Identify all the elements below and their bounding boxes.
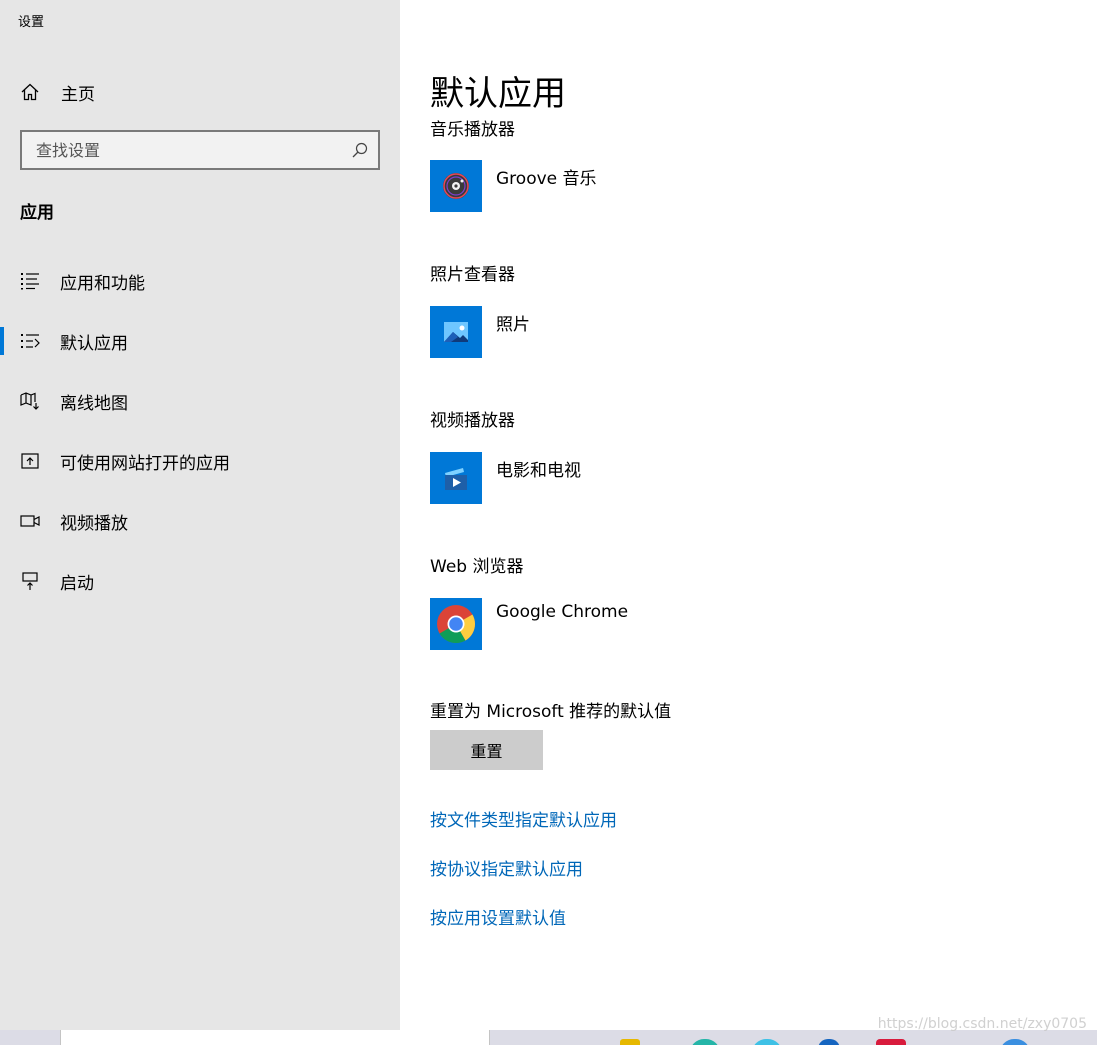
map-download-icon [20, 391, 40, 411]
sidebar-item-label: 离线地图 [60, 393, 128, 414]
sidebar-item-label: 默认应用 [60, 333, 128, 354]
app-name: Groove 音乐 [496, 169, 597, 189]
default-app-photos[interactable]: 照片 [430, 306, 530, 358]
window-title: 设置 [18, 15, 45, 30]
app-name: Google Chrome [496, 602, 629, 622]
open-website-icon [20, 451, 40, 471]
taskbar-app-icon[interactable] [1000, 1039, 1030, 1045]
taskbar-app-icon[interactable] [818, 1039, 840, 1045]
movies-tv-icon [430, 452, 482, 504]
taskbar-app-icon[interactable] [620, 1039, 640, 1045]
taskbar-app-icon[interactable] [690, 1039, 720, 1045]
home-icon [20, 82, 40, 102]
list-icon [20, 271, 40, 291]
sidebar-item-video-playback[interactable]: 视频播放 [0, 499, 400, 543]
selection-indicator [0, 327, 4, 355]
default-app-browser[interactable]: Google Chrome [430, 598, 628, 650]
group-label-music: 音乐播放器 [430, 120, 515, 140]
taskbar-app-icon[interactable] [876, 1039, 906, 1045]
group-label-browser: Web 浏览器 [430, 557, 524, 577]
app-name: 电影和电视 [496, 461, 581, 481]
group-label-video: 视频播放器 [430, 411, 515, 431]
group-label-photos: 照片查看器 [430, 265, 515, 285]
main-content: 默认应用 音乐播放器 Groove 音乐 照片查看器 照片 视频播放器 电影和电… [400, 0, 1097, 1030]
photos-icon [430, 306, 482, 358]
default-app-video[interactable]: 电影和电视 [430, 452, 581, 504]
home-label: 主页 [61, 84, 95, 105]
app-name: 照片 [496, 315, 530, 335]
section-heading: 应用 [20, 203, 54, 223]
search-input[interactable] [36, 140, 336, 160]
sidebar-item-label: 可使用网站打开的应用 [60, 453, 230, 474]
sidebar-item-label: 启动 [60, 573, 94, 594]
video-camera-icon [20, 511, 40, 531]
search-icon[interactable] [350, 141, 370, 161]
reset-button[interactable]: 重置 [430, 730, 543, 770]
sidebar-item-apps-for-websites[interactable]: 可使用网站打开的应用 [0, 439, 400, 483]
taskbar-app-icon[interactable] [752, 1039, 782, 1045]
search-box[interactable] [20, 130, 380, 170]
link-by-file-type[interactable]: 按文件类型指定默认应用 [430, 806, 617, 831]
reset-label: 重置为 Microsoft 推荐的默认值 [430, 702, 672, 722]
sidebar-item-default-apps[interactable]: 默认应用 [0, 319, 400, 363]
default-app-music[interactable]: Groove 音乐 [430, 160, 597, 212]
sidebar-item-startup[interactable]: 启动 [0, 559, 400, 603]
taskbar [0, 1030, 1097, 1045]
groove-music-icon [430, 160, 482, 212]
link-by-protocol[interactable]: 按协议指定默认应用 [430, 855, 583, 880]
taskbar-search-field[interactable] [60, 1030, 490, 1045]
sidebar-item-label: 应用和功能 [60, 273, 145, 294]
sidebar-item-apps-features[interactable]: 应用和功能 [0, 259, 400, 303]
default-list-icon [20, 331, 40, 351]
startup-icon [20, 571, 40, 591]
sidebar: 设置 主页 应用 应用和功能 默认应用 离线地图 可 [0, 0, 400, 1030]
chrome-icon [430, 598, 482, 650]
sidebar-item-offline-maps[interactable]: 离线地图 [0, 379, 400, 423]
sidebar-home[interactable]: 主页 [20, 78, 95, 106]
link-by-app[interactable]: 按应用设置默认值 [430, 904, 566, 929]
sidebar-item-label: 视频播放 [60, 513, 128, 534]
watermark: https://blog.csdn.net/zxy0705 [877, 1016, 1087, 1032]
page-title: 默认应用 [430, 74, 566, 114]
